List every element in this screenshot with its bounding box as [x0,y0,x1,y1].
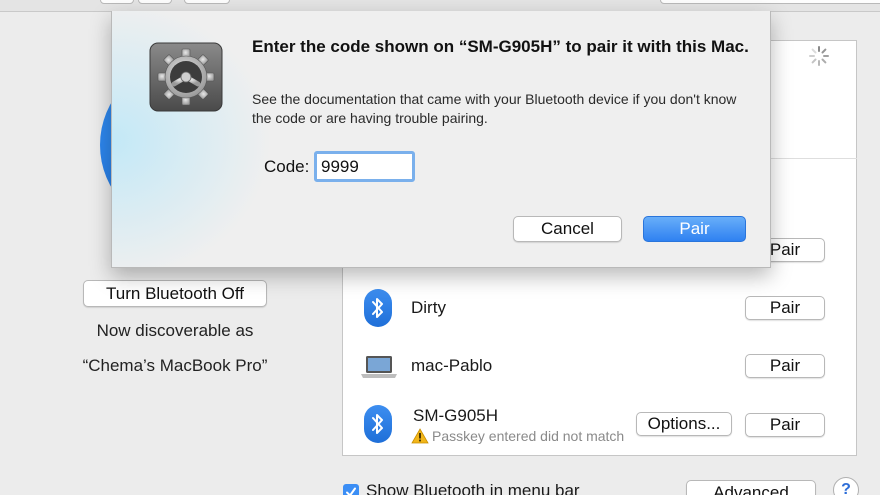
discoverable-text: Now discoverable as [96,321,254,340]
gear-icon [149,42,223,112]
computer-name: “Chema’s MacBook Pro” [82,356,268,375]
laptop-icon [361,356,397,378]
cancel-button[interactable]: Cancel [513,216,622,242]
show-in-menu-bar-checkbox[interactable] [343,484,359,495]
pair-button-mac-pablo[interactable]: Pair [745,354,825,378]
device-status: Passkey entered did not match [411,428,624,444]
bluetooth-icon [364,405,392,443]
device-name-sm-g905h: SM-G905H [413,406,499,425]
device-status-text: Passkey entered did not match [432,428,625,444]
advanced-button[interactable]: Advanced [686,480,816,495]
back-button[interactable] [100,0,134,4]
help-button[interactable]: ? [833,477,859,495]
pair-button-dirty[interactable]: Pair [745,296,825,320]
dialog-title: Enter the code shown on “SM-G905H” to pa… [252,37,749,56]
show-all-button[interactable] [184,0,230,4]
turn-bluetooth-off-button[interactable]: Turn Bluetooth Off [83,280,267,307]
show-in-menu-bar-label[interactable]: Show Bluetooth in menu bar [366,481,580,495]
code-label: Code: [264,157,310,176]
options-button[interactable]: Options... [636,412,732,436]
warning-icon [411,428,429,444]
forward-button[interactable] [138,0,172,4]
code-input[interactable] [314,151,415,182]
dialog-message: See the documentation that came with you… [252,91,737,126]
device-name-mac-pablo: mac-Pablo [411,356,493,375]
pairing-dialog: Enter the code shown on “SM-G905H” to pa… [111,11,771,268]
search-field[interactable] [660,0,880,4]
device-name-dirty: Dirty [411,298,446,317]
pair-button[interactable]: Pair [643,216,746,242]
loading-spinner-icon [809,46,829,66]
pair-button-sm-g905h[interactable]: Pair [745,413,825,437]
bluetooth-icon [364,289,392,327]
